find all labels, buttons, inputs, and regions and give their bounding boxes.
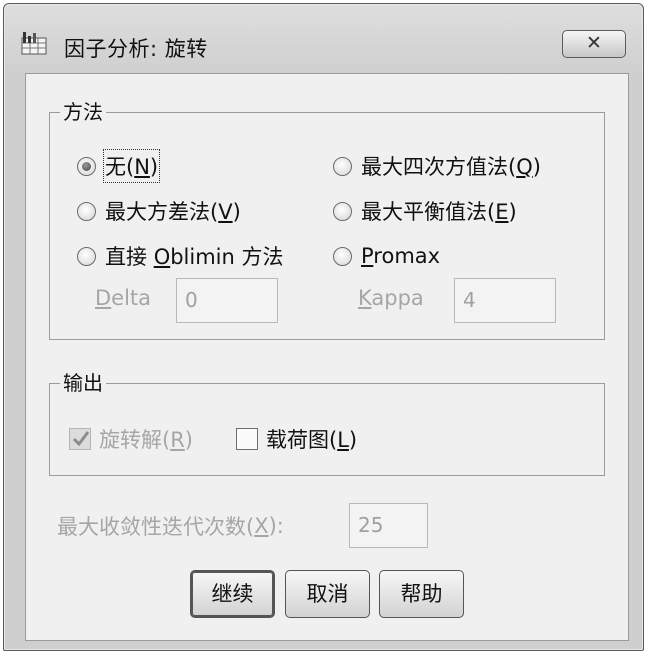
radio-quartimax[interactable]: 最大四次方值法(Q) (333, 151, 541, 181)
radio-promax[interactable]: Promax (333, 241, 440, 271)
radio-button[interactable] (77, 156, 96, 176)
loading-plot-label: 载荷图(L) (266, 428, 358, 452)
radio-none-label: 无(N) (102, 149, 161, 183)
checkmark-icon (72, 431, 90, 447)
spss-dialog-icon (20, 30, 50, 56)
output-group: 输出 旋转解(R) 载荷图(L) (49, 370, 605, 476)
loading-plot-checkbox[interactable]: 载荷图(L) (236, 424, 357, 454)
delta-label: Delta (95, 286, 152, 310)
rotated-solution-label: 旋转解(R) (99, 428, 193, 452)
kappa-input[interactable]: 4 (454, 278, 556, 323)
close-icon: ✕ (586, 32, 602, 54)
output-legend: 输出 (60, 370, 106, 396)
radio-button[interactable] (77, 201, 96, 221)
rotation-dialog: 因子分析: 旋转 ✕ 方法 无(N) 最大方差法(V) 直接 Oblimin 方… (3, 3, 644, 651)
method-group: 方法 无(N) 最大方差法(V) 直接 Oblimin 方法 最大四次方值法(Q… (49, 99, 605, 340)
radio-equamax-label: 最大平衡值法(E) (361, 200, 517, 224)
checkbox[interactable] (69, 428, 91, 450)
delta-input[interactable]: 0 (176, 278, 278, 323)
cancel-button[interactable]: 取消 (285, 570, 370, 618)
radio-button[interactable] (333, 246, 352, 266)
radio-button[interactable] (77, 246, 96, 266)
radio-quartimax-label: 最大四次方值法(Q) (361, 155, 541, 179)
kappa-label: Kappa (358, 286, 424, 310)
help-button[interactable]: 帮助 (379, 570, 464, 618)
radio-varimax-label: 最大方差法(V) (105, 200, 241, 224)
rotated-solution-checkbox[interactable]: 旋转解(R) (69, 424, 193, 454)
method-legend: 方法 (60, 99, 106, 125)
radio-direct-oblimin[interactable]: 直接 Oblimin 方法 (77, 241, 284, 271)
continue-button[interactable]: 继续 (190, 570, 275, 618)
radio-promax-label: Promax (361, 244, 441, 268)
dialog-title: 因子分析: 旋转 (64, 37, 208, 61)
title-bar: 因子分析: 旋转 ✕ (4, 4, 643, 66)
radio-none[interactable]: 无(N) (77, 149, 161, 183)
dialog-body: 方法 无(N) 最大方差法(V) 直接 Oblimin 方法 最大四次方值法(Q… (25, 73, 629, 641)
checkbox[interactable] (236, 428, 258, 450)
max-iterations-input[interactable]: 25 (349, 503, 428, 548)
radio-button[interactable] (333, 201, 352, 221)
max-iterations-label: 最大收敛性迭代次数(X): (57, 514, 284, 539)
radio-equamax[interactable]: 最大平衡值法(E) (333, 196, 517, 226)
close-button[interactable]: ✕ (562, 30, 626, 58)
radio-varimax[interactable]: 最大方差法(V) (77, 196, 241, 226)
radio-button[interactable] (333, 156, 352, 176)
radio-direct-oblimin-label: 直接 Oblimin 方法 (105, 245, 284, 269)
